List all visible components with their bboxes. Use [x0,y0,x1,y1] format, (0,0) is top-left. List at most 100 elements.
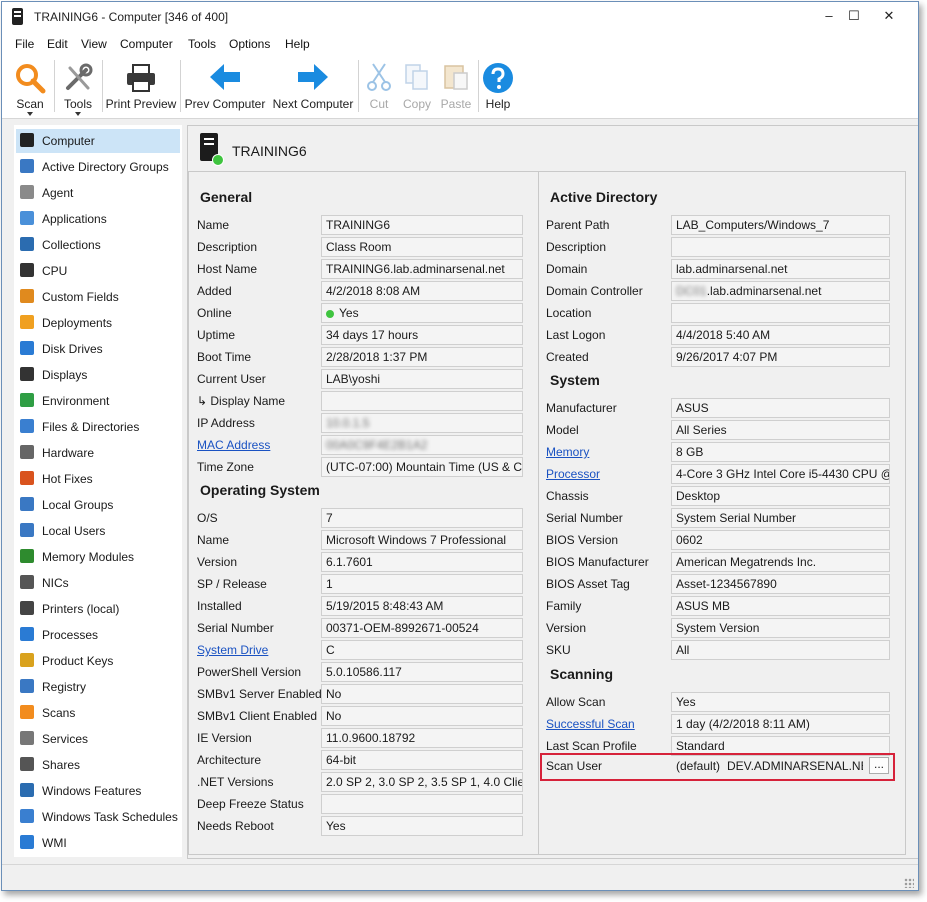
sidebar-item-custom-fields[interactable]: Custom Fields [16,285,180,309]
sidebar-item-agent[interactable]: Agent [16,181,180,205]
menu-view[interactable]: View [81,37,107,51]
sidebar-item-processes[interactable]: Processes [16,623,180,647]
ad-value-description[interactable] [671,237,890,257]
menu-help[interactable]: Help [285,37,310,51]
prev-computer-button[interactable]: Prev Computer [183,58,267,116]
sidebar-item-windows-features[interactable]: Windows Features [16,779,180,803]
ad-value-domain-controller[interactable]: DC01.lab.adminarsenal.net [671,281,890,301]
sidebar-item-active-directory-groups[interactable]: Active Directory Groups [16,155,180,179]
ad-value-last-logon[interactable]: 4/4/2018 5:40 AM [671,325,890,345]
os-value-ie-version[interactable]: 11.0.9600.18792 [321,728,523,748]
sidebar-item-environment[interactable]: Environment [16,389,180,413]
ad-value-parent-path[interactable]: LAB_Computers/Windows_7 [671,215,890,235]
general-value-time-zone[interactable]: (UTC-07:00) Mountain Time (US & Canada) [321,457,523,477]
system-value-bios-asset-tag[interactable]: Asset-1234567890 [671,574,890,594]
os-value-serial-number[interactable]: 00371-OEM-8992671-00524 [321,618,523,638]
sidebar-item-disk-drives[interactable]: Disk Drives [16,337,180,361]
os-value-installed[interactable]: 5/19/2015 8:48:43 AM [321,596,523,616]
system-value-family[interactable]: ASUS MB [671,596,890,616]
sidebar-item-local-users[interactable]: Local Users [16,519,180,543]
os-label-system-drive[interactable]: System Drive [197,643,268,657]
sidebar-item-local-groups[interactable]: Local Groups [16,493,180,517]
sidebar-item-scans[interactable]: Scans [16,701,180,725]
general-value-ip-address[interactable]: 10.0.1.5 [321,413,523,433]
system-value-manufacturer[interactable]: ASUS [671,398,890,418]
menu-options[interactable]: Options [229,37,270,51]
sidebar-item-deployments[interactable]: Deployments [16,311,180,335]
maximize-button[interactable]: ☐ [840,5,868,27]
general-value-mac-address[interactable]: 00A0C9F4E2B1A2 [321,435,523,455]
general-value-added[interactable]: 4/2/2018 8:08 AM [321,281,523,301]
sidebar-item-registry[interactable]: Registry [16,675,180,699]
system-value-memory[interactable]: 8 GB [671,442,890,462]
general-value-display-name[interactable] [321,391,523,411]
print-preview-button[interactable]: Print Preview [104,58,178,116]
system-value-sku[interactable]: All [671,640,890,660]
sidebar-item-shares[interactable]: Shares [16,753,180,777]
sidebar-item-wmi[interactable]: WMI [16,831,180,855]
os-value-needs-reboot[interactable]: Yes [321,816,523,836]
system-value-bios-manufacturer[interactable]: American Megatrends Inc. [671,552,890,572]
general-value-online[interactable]: Yes [321,303,523,323]
scan-user-browse-button[interactable]: ... [869,757,889,774]
scanning-label-successful-scan[interactable]: Successful Scan [546,717,635,731]
next-computer-button[interactable]: Next Computer [270,58,356,116]
sidebar-item-hardware[interactable]: Hardware [16,441,180,465]
menu-computer[interactable]: Computer [120,37,173,51]
ad-value-location[interactable] [671,303,890,323]
os-value-name[interactable]: Microsoft Windows 7 Professional [321,530,523,550]
os-value-powershell-version[interactable]: 5.0.10586.117 [321,662,523,682]
os-value-o-s[interactable]: 7 [321,508,523,528]
scanning-value-allow-scan[interactable]: Yes [671,692,890,712]
paste-button[interactable]: Paste [438,58,474,116]
os-value-sp-release[interactable]: 1 [321,574,523,594]
copy-button[interactable]: Copy [400,58,434,116]
general-value-description[interactable]: Class Room [321,237,523,257]
sidebar-item-services[interactable]: Services [16,727,180,751]
system-label-memory[interactable]: Memory [546,445,589,459]
sidebar-item-displays[interactable]: Displays [16,363,180,387]
close-button[interactable]: ✕ [875,5,903,27]
ad-value-domain[interactable]: lab.adminarsenal.net [671,259,890,279]
os-value-system-drive[interactable]: C [321,640,523,660]
system-label-processor[interactable]: Processor [546,467,600,481]
general-label-mac-address[interactable]: MAC Address [197,438,270,452]
os-value-smbv1-server-enabled[interactable]: No [321,684,523,704]
minimize-button[interactable]: – [815,5,843,27]
general-value-boot-time[interactable]: 2/28/2018 1:37 PM [321,347,523,367]
os-value-deep-freeze-status[interactable] [321,794,523,814]
menu-edit[interactable]: Edit [47,37,68,51]
os-value-net-versions[interactable]: 2.0 SP 2, 3.0 SP 2, 3.5 SP 1, 4.0 Client… [321,772,523,792]
general-value-current-user[interactable]: LAB\yoshi [321,369,523,389]
sidebar-item-product-keys[interactable]: Product Keys [16,649,180,673]
system-value-chassis[interactable]: Desktop [671,486,890,506]
os-value-architecture[interactable]: 64-bit [321,750,523,770]
sidebar-item-computer[interactable]: Computer [16,129,180,153]
sidebar-item-files-directories[interactable]: Files & Directories [16,415,180,439]
sidebar-item-nics[interactable]: NICs [16,571,180,595]
sidebar-item-applications[interactable]: Applications [16,207,180,231]
sidebar-item-windows-task-schedules[interactable]: Windows Task Schedules [16,805,180,829]
sidebar-item-cpu[interactable]: CPU [16,259,180,283]
scanning-value-successful-scan[interactable]: 1 day (4/2/2018 8:11 AM) [671,714,890,734]
cut-button[interactable]: Cut [364,58,394,116]
sidebar-item-memory-modules[interactable]: Memory Modules [16,545,180,569]
system-value-processor[interactable]: 4-Core 3 GHz Intel Core i5-4430 CPU @ 3.… [671,464,890,484]
sidebar-item-collections[interactable]: Collections [16,233,180,257]
os-value-smbv1-client-enabled[interactable]: No [321,706,523,726]
system-value-model[interactable]: All Series [671,420,890,440]
os-value-version[interactable]: 6.1.7601 [321,552,523,572]
resize-grip[interactable] [904,878,914,888]
general-value-name[interactable]: TRAINING6 [321,215,523,235]
system-value-version[interactable]: System Version [671,618,890,638]
ad-value-created[interactable]: 9/26/2017 4:07 PM [671,347,890,367]
menu-tools[interactable]: Tools [188,37,216,51]
general-value-uptime[interactable]: 34 days 17 hours [321,325,523,345]
general-value-host-name[interactable]: TRAINING6.lab.adminarsenal.net [321,259,523,279]
system-value-bios-version[interactable]: 0602 [671,530,890,550]
menu-file[interactable]: File [15,37,34,51]
scan-button[interactable]: Scan [10,58,50,116]
sidebar-item-hot-fixes[interactable]: Hot Fixes [16,467,180,491]
tools-button[interactable]: Tools [58,58,98,116]
help-button[interactable]: Help [481,58,515,116]
